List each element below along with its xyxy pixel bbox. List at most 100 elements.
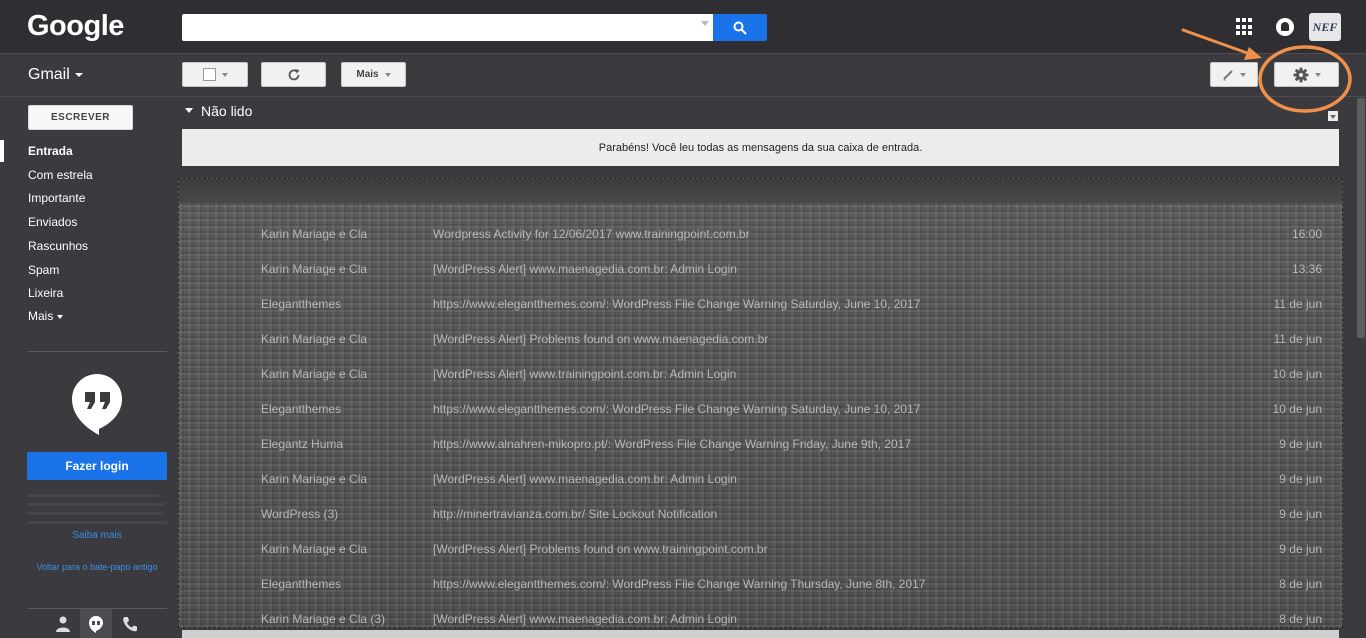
message-row[interactable]: Karin Mariage e Cla [WordPress Alert] www…	[179, 250, 1342, 285]
sidebar-item-important[interactable]: Importante	[28, 191, 85, 205]
message-row[interactable]: Elegantthemes https://www.elegantthemes.c…	[179, 285, 1342, 320]
apps-grid-icon[interactable]	[1236, 18, 1254, 36]
sidebar-item-starred[interactable]: Com estrela	[28, 168, 93, 182]
sidebar-item-sent[interactable]: Enviados	[28, 215, 77, 229]
section-options-icon[interactable]	[1328, 111, 1338, 121]
hangouts-icon	[72, 374, 122, 435]
chevron-down-icon	[57, 314, 64, 319]
search-options-dropdown-icon[interactable]	[701, 21, 709, 26]
blurred-text-line	[27, 503, 165, 506]
section-title[interactable]: Não lido	[201, 103, 252, 119]
phone-icon[interactable]	[121, 615, 139, 633]
sidebar-item-trash[interactable]: Lixeira	[28, 286, 63, 300]
message-row[interactable]: WordPress (3) http://minertravianza.com.b…	[179, 495, 1342, 530]
message-row[interactable]: Karin Mariage e Cla [WordPress Alert] www…	[179, 460, 1342, 495]
sidebar-item-more-label: Mais	[28, 309, 54, 323]
chevron-down-icon	[221, 72, 228, 77]
message-row[interactable]: Karin Mariage e Cla [WordPress Alert] Pro…	[179, 320, 1342, 355]
message-sender: Karin Mariage e Cla	[261, 227, 368, 241]
sidebar-item-drafts[interactable]: Rascunhos	[28, 239, 88, 253]
sidebar-item-more[interactable]: Mais	[28, 309, 64, 323]
chat-icon	[89, 615, 103, 633]
message-sender: Karin Mariage e Cla	[261, 472, 368, 486]
chevron-down-icon	[1240, 72, 1246, 77]
input-tools-button[interactable]	[1210, 62, 1258, 87]
message-date: 9 de jun	[1279, 507, 1322, 521]
sidebar-item-spam[interactable]: Spam	[28, 263, 59, 277]
list-footer	[182, 630, 1339, 638]
message-sender: Elegantthemes	[261, 402, 342, 416]
message-subject: https://www.elegantthemes.com/: WordPres…	[433, 402, 921, 416]
empty-inbox-message: Parabéns! Você leu todas as mensagens da…	[182, 129, 1339, 166]
chat-tab[interactable]	[80, 609, 112, 638]
google-logo[interactable]: Google	[27, 10, 124, 43]
message-subject: https://www.elegantthemes.com/: WordPres…	[433, 577, 926, 591]
sidebar-item-inbox[interactable]: Entrada	[28, 144, 73, 158]
message-date: 8 de jun	[1279, 577, 1322, 591]
select-checkbox-button[interactable]	[182, 62, 248, 87]
search-input[interactable]	[182, 14, 713, 41]
chevron-down-icon	[384, 72, 391, 77]
message-subject: https://www.alnahren-mikopro.pt/: WordPr…	[433, 437, 912, 451]
message-row[interactable]: Karin Mariage e Cla [WordPress Alert] www…	[179, 355, 1342, 390]
message-row[interactable]: Karin Mariage e Cla [WordPress Alert] Pro…	[179, 530, 1342, 565]
search-button[interactable]	[713, 14, 767, 41]
message-sender: Karin Mariage e Cla	[261, 542, 368, 556]
header-divider	[0, 53, 1366, 54]
message-row[interactable]: Elegantthemes https://www.elegantthemes.c…	[179, 390, 1342, 425]
message-row[interactable]: Elegantthemes https://www.elegantthemes.c…	[179, 565, 1342, 600]
settings-button[interactable]	[1274, 62, 1339, 87]
gmail-menu[interactable]: Gmail	[28, 66, 83, 84]
blurred-text-line	[27, 494, 159, 497]
search-icon	[733, 21, 747, 35]
message-subject: [WordPress Alert] www.maenagedia.com.br:…	[433, 472, 737, 486]
message-date: 11 de jun	[1273, 297, 1323, 311]
blurred-text-line	[27, 512, 163, 515]
message-list: Karin Mariage e Cla Wordpress Activity fo…	[178, 178, 1343, 628]
section-collapse-icon[interactable]	[185, 108, 193, 113]
message-date: 9 de jun	[1279, 437, 1322, 451]
message-date: 10 de jun	[1272, 402, 1322, 416]
message-row[interactable]: Elegantz Huma https://www.alnahren-mikopr…	[179, 425, 1342, 460]
pencil-icon	[1223, 69, 1233, 80]
more-actions-button[interactable]: Mais	[341, 62, 406, 87]
message-date: 10 de jun	[1272, 367, 1322, 381]
message-date: 11 de jun	[1273, 332, 1323, 346]
message-sender: Karin Mariage e Cla	[261, 367, 368, 381]
message-date: 8 de jun	[1279, 612, 1322, 626]
message-sender: Karin Mariage e Cla	[261, 332, 368, 346]
active-nav-marker	[0, 140, 4, 162]
blurred-text-line	[27, 521, 167, 524]
message-sender: Elegantz Huma	[261, 437, 344, 451]
message-subject: [WordPress Alert] www.maenagedia.com.br:…	[433, 262, 737, 276]
gear-icon	[1293, 67, 1308, 82]
refresh-button[interactable]	[261, 62, 326, 87]
compose-button[interactable]: ESCREVER	[28, 105, 133, 130]
checkbox-icon	[202, 68, 216, 81]
message-date: 9 de jun	[1279, 472, 1322, 486]
message-subject: [WordPress Alert] www.maenagedia.com.br:…	[433, 612, 737, 626]
message-subject: [WordPress Alert] Problems found on www.…	[433, 332, 769, 346]
person-icon[interactable]	[55, 615, 71, 633]
login-button[interactable]: Fazer login	[27, 452, 167, 480]
sidebar-divider	[27, 351, 167, 352]
notifications-icon[interactable]	[1276, 18, 1294, 36]
message-sender: Karin Mariage e Cla	[261, 262, 368, 276]
scrollbar-thumb[interactable]	[1357, 98, 1365, 338]
avatar[interactable]: NEF	[1309, 13, 1341, 41]
toolbar-divider	[0, 96, 1366, 97]
message-sender: WordPress (3)	[261, 507, 339, 521]
chevron-down-icon	[74, 72, 83, 77]
message-sender: Karin Mariage e Cla (3)	[261, 612, 386, 626]
learn-more-link[interactable]: Saiba mais	[27, 530, 167, 541]
more-actions-label: Mais	[356, 69, 379, 80]
message-date: 13:36	[1291, 262, 1322, 276]
gmail-menu-label: Gmail	[28, 66, 70, 83]
old-chat-link[interactable]: Voltar para o bate-papo antigo	[27, 562, 167, 573]
message-row[interactable]: Karin Mariage e Cla Wordpress Activity fo…	[179, 215, 1342, 250]
message-subject: http://minertravianza.com.br/ Site Locko…	[433, 507, 718, 521]
message-subject: Wordpress Activity for 12/06/2017 www.tr…	[433, 227, 750, 241]
message-subject: [WordPress Alert] Problems found on www.…	[433, 542, 768, 556]
message-sender: Elegantthemes	[261, 577, 342, 591]
message-subject: https://www.elegantthemes.com/: WordPres…	[433, 297, 921, 311]
